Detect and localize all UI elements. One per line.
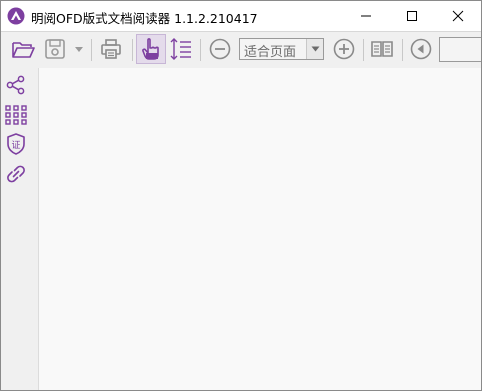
left-sidebar: 证 xyxy=(1,68,39,390)
minimize-button[interactable] xyxy=(343,1,389,31)
zoom-select[interactable]: 适合页面 xyxy=(239,38,324,60)
print-button[interactable] xyxy=(96,32,126,66)
zoom-select-value: 适合页面 xyxy=(244,45,297,60)
app-logo-icon xyxy=(7,7,25,25)
app-window: 明阅OFD版式文档阅读器 1.1.2.210417 适合页面 证 xyxy=(0,0,482,391)
title-bar[interactable]: 明阅OFD版式文档阅读器 1.1.2.210417 xyxy=(1,1,481,31)
toolbar-separator xyxy=(200,39,201,61)
maximize-button[interactable] xyxy=(389,1,435,31)
toolbar-separator xyxy=(402,39,403,61)
open-folder-icon xyxy=(12,42,35,58)
hand-tool-icon xyxy=(142,38,159,60)
maximize-icon xyxy=(407,11,417,21)
print-icon xyxy=(101,39,121,59)
share-icon xyxy=(6,75,25,95)
toolbar-separator xyxy=(363,39,364,61)
chevron-down-icon xyxy=(311,46,319,52)
text-select-button[interactable] xyxy=(167,32,195,66)
zoom-in-button[interactable] xyxy=(329,32,359,66)
previous-page-icon xyxy=(410,38,432,60)
thumbnails-icon xyxy=(5,105,27,125)
previous-page-button[interactable] xyxy=(406,32,436,66)
save-button[interactable] xyxy=(41,32,69,66)
zoom-dropdown-button[interactable] xyxy=(306,39,323,59)
link-button[interactable] xyxy=(5,163,27,185)
zoom-in-icon xyxy=(333,38,355,60)
book-view-icon xyxy=(371,41,393,57)
close-button[interactable] xyxy=(435,1,481,31)
toolbar: 适合页面 xyxy=(1,31,481,69)
toolbar-separator xyxy=(91,39,92,61)
document-viewport[interactable] xyxy=(39,68,481,390)
text-select-icon xyxy=(170,38,191,60)
certificate-button[interactable]: 证 xyxy=(5,133,27,155)
link-icon xyxy=(7,165,25,183)
hand-tool-button[interactable] xyxy=(136,34,166,64)
thumbnails-button[interactable] xyxy=(5,104,27,126)
save-icon xyxy=(45,39,65,59)
toolbar-separator xyxy=(132,39,133,61)
close-icon xyxy=(452,10,464,22)
save-dropdown-button[interactable] xyxy=(71,32,87,66)
minimize-icon xyxy=(361,15,371,17)
book-view-button[interactable] xyxy=(367,32,397,66)
zoom-out-button[interactable] xyxy=(205,32,235,66)
chevron-down-icon xyxy=(75,47,83,52)
window-title: 明阅OFD版式文档阅读器 1.1.2.210417 xyxy=(31,11,258,26)
zoom-out-icon xyxy=(209,38,231,60)
page-number-input[interactable] xyxy=(439,37,481,62)
share-button[interactable] xyxy=(5,74,27,96)
open-button[interactable] xyxy=(7,32,39,66)
certificate-icon: 证 xyxy=(7,133,25,155)
svg-text:证: 证 xyxy=(11,140,20,151)
